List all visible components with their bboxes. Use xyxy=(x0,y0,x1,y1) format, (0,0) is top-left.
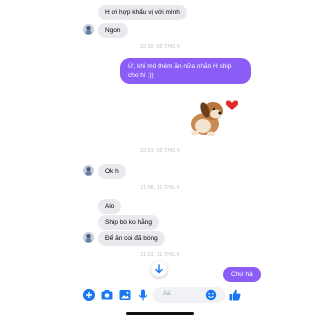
message-incoming[interactable]: H ơi hợp khẩu vị với mình xyxy=(98,5,187,20)
home-indicator xyxy=(126,312,194,315)
message-incoming[interactable]: Để ăn coi đã bóng xyxy=(98,231,165,246)
message-input-placeholder: Aa xyxy=(163,291,171,297)
microphone-icon[interactable] xyxy=(136,288,150,302)
arrow-down-icon xyxy=(155,264,163,274)
avatar[interactable] xyxy=(83,232,94,243)
message-text: Alo xyxy=(105,203,115,210)
message-outgoing[interactable]: Chứ hà xyxy=(223,267,261,282)
message-incoming[interactable]: Ngon xyxy=(98,23,128,38)
message-text: H ơi hợp khẩu vị với mình xyxy=(105,9,180,16)
message-incoming[interactable]: Alo xyxy=(98,199,122,214)
avatar[interactable] xyxy=(83,24,94,35)
avatar[interactable] xyxy=(83,165,94,176)
like-icon[interactable] xyxy=(228,288,242,302)
message-text: Ship bò ko hằng xyxy=(105,219,152,226)
timestamp: 15:53, 05 THG 6 xyxy=(140,148,180,154)
dog-with-heart-sticker[interactable] xyxy=(183,94,239,138)
timestamp: 21:08, 11 THG 6 xyxy=(140,185,180,191)
message-input[interactable]: Aa xyxy=(153,287,225,303)
plus-icon[interactable] xyxy=(82,288,96,302)
message-text: Ừ, khi mô thèm ăn nữa nhắn H ship cho hí… xyxy=(128,63,232,79)
composer-toolbar: Aa xyxy=(0,284,320,308)
message-outgoing[interactable]: Ừ, khi mô thèm ăn nữa nhắn H ship cho hí… xyxy=(120,58,251,84)
timestamp: 21:23, 11 THG 6 xyxy=(140,252,180,258)
message-incoming[interactable]: Ok h xyxy=(98,164,126,179)
message-text: Chứ hà xyxy=(231,271,253,278)
message-incoming[interactable]: Ship bò ko hằng xyxy=(98,215,159,230)
message-text: Để ăn coi đã bóng xyxy=(105,235,158,242)
message-text: Ok h xyxy=(105,168,119,175)
message-text: Ngon xyxy=(105,27,121,34)
camera-icon[interactable] xyxy=(100,288,114,302)
image-icon[interactable] xyxy=(118,288,132,302)
timestamp: 15:35, 05 THG 6 xyxy=(140,44,180,50)
emoji-icon[interactable] xyxy=(205,289,217,301)
scroll-down-button[interactable] xyxy=(151,261,167,277)
